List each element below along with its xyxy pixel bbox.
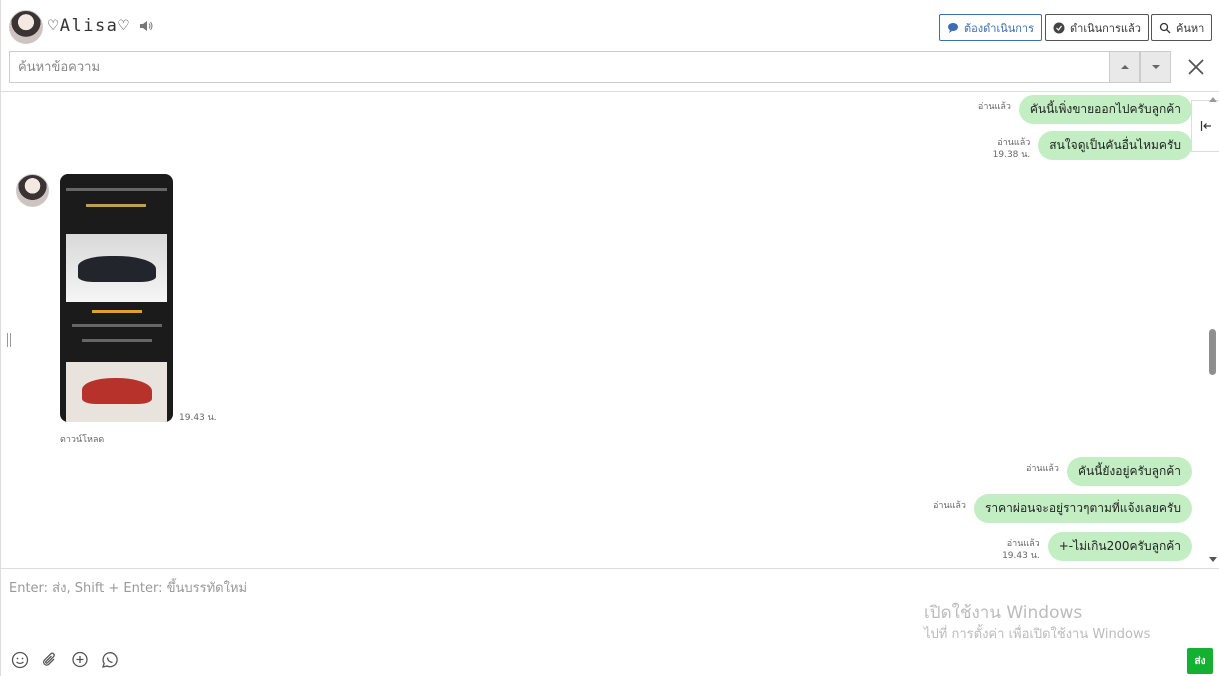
car-photo	[66, 362, 167, 422]
chat-bubble-icon	[948, 22, 958, 33]
download-link[interactable]: ดาวน์โหลด	[60, 432, 104, 446]
windows-watermark-title: เปิดใช้งาน Windows	[924, 603, 1083, 623]
chat-window: ♡Alisa♡ ต้องดำเนินการ ดำเนินการแล้ว ค้นห…	[0, 0, 1219, 676]
image-detail	[92, 310, 142, 313]
search-button[interactable]: ค้นหา	[1151, 14, 1213, 41]
caret-up-icon	[1120, 65, 1129, 69]
emoji-icon[interactable]	[11, 651, 29, 669]
composer: เปิดใช้งาน Windows ไปที่ การตั้งค่า เพื่…	[1, 568, 1219, 676]
image-time: 19.43 น.	[179, 413, 217, 423]
message-input[interactable]	[9, 577, 909, 637]
add-chat-icon[interactable]	[71, 651, 89, 669]
pending-button-label: ต้องดำเนินการ	[964, 22, 1034, 35]
read-status: อ่านแล้ว	[1006, 539, 1040, 549]
check-bubble-icon	[1053, 22, 1065, 33]
message-bubble[interactable]: คันนี้ยังอยู่ครับลูกค้า	[1066, 457, 1192, 486]
image-detail	[72, 324, 162, 327]
message-bubble[interactable]: สนใจดูเป็นคันอื่นไหมครับ	[1038, 131, 1192, 160]
whatsapp-icon[interactable]	[101, 651, 119, 669]
speaker-icon[interactable]	[139, 19, 153, 33]
contact-name[interactable]: ♡Alisa♡	[48, 16, 130, 36]
read-status: อ่านแล้ว	[1025, 464, 1059, 474]
search-button-label: ค้นหา	[1176, 22, 1205, 35]
resize-handle[interactable]	[6, 332, 12, 348]
car-photo	[66, 234, 167, 302]
search-icon	[1159, 22, 1171, 33]
caret-down-icon	[1151, 65, 1160, 69]
image-detail	[86, 204, 146, 207]
message-row: อ่านแล้ว คันนี้เพิ่งขายออกไปครับลูกค้า	[978, 95, 1192, 124]
image-detail	[66, 188, 167, 191]
message-bubble[interactable]: +-ไม่เกิน200ครับลูกค้า	[1047, 532, 1192, 561]
image-message[interactable]	[60, 174, 173, 422]
message-bubble[interactable]: ราคาผ่อนจะอยู่ราวๆตามที่แจ้งเลยครับ	[973, 494, 1192, 523]
message-row: อ่านแล้ว ราคาผ่อนจะอยู่ราวๆตามที่แจ้งเลย…	[933, 494, 1192, 523]
message-time: 19.43 น.	[1002, 551, 1040, 561]
image-detail	[82, 339, 152, 342]
search-next-button[interactable]	[1140, 51, 1171, 83]
paperclip-icon[interactable]	[41, 651, 59, 669]
sender-avatar[interactable]	[16, 174, 49, 207]
message-time: 19.38 น.	[992, 150, 1031, 160]
message-meta: อ่านแล้ว 19.38 น.	[993, 131, 1031, 161]
message-meta: อ่านแล้ว	[1026, 457, 1059, 475]
scroll-down-icon[interactable]	[1208, 556, 1218, 564]
message-bubble[interactable]: คันนี้เพิ่งขายออกไปครับลูกค้า	[1018, 95, 1192, 124]
search-prev-button[interactable]	[1109, 51, 1140, 83]
message-row: อ่านแล้ว คันนี้ยังอยู่ครับลูกค้า	[1026, 457, 1192, 486]
read-status: อ่านแล้ว	[932, 501, 966, 511]
read-status: อ่านแล้ว	[977, 102, 1011, 112]
message-meta: อ่านแล้ว	[933, 494, 966, 512]
scrollbar[interactable]	[1206, 92, 1219, 568]
message-meta: อ่านแล้ว 19.43 น.	[1002, 532, 1040, 562]
chat-header: ♡Alisa♡ ต้องดำเนินการ ดำเนินการแล้ว ค้นห…	[1, 0, 1219, 92]
read-status: อ่านแล้ว	[997, 138, 1031, 148]
send-button[interactable]: ส่ง	[1187, 648, 1213, 674]
message-row: อ่านแล้ว 19.43 น. +-ไม่เกิน200ครับลูกค้า	[1002, 532, 1192, 562]
message-search-input[interactable]	[10, 52, 1109, 82]
windows-watermark-subtitle: ไปที่ การตั้งค่า เพื่อเปิดใช้งาน Windows	[924, 627, 1151, 642]
pending-button[interactable]: ต้องดำเนินการ	[939, 14, 1042, 41]
scroll-up-icon[interactable]	[1208, 95, 1218, 103]
close-icon[interactable]	[1186, 57, 1206, 77]
scroll-thumb[interactable]	[1209, 329, 1216, 375]
done-button-label: ดำเนินการแล้ว	[1070, 22, 1141, 35]
message-search-box	[9, 51, 1109, 83]
contact-avatar[interactable]	[9, 10, 43, 44]
done-button[interactable]: ดำเนินการแล้ว	[1045, 14, 1149, 41]
message-list[interactable]: อ่านแล้ว คันนี้เพิ่งขายออกไปครับลูกค้า อ…	[1, 92, 1219, 568]
message-row: อ่านแล้ว 19.38 น. สนใจดูเป็นคันอื่นไหมคร…	[993, 131, 1192, 161]
message-meta: อ่านแล้ว	[978, 95, 1011, 113]
